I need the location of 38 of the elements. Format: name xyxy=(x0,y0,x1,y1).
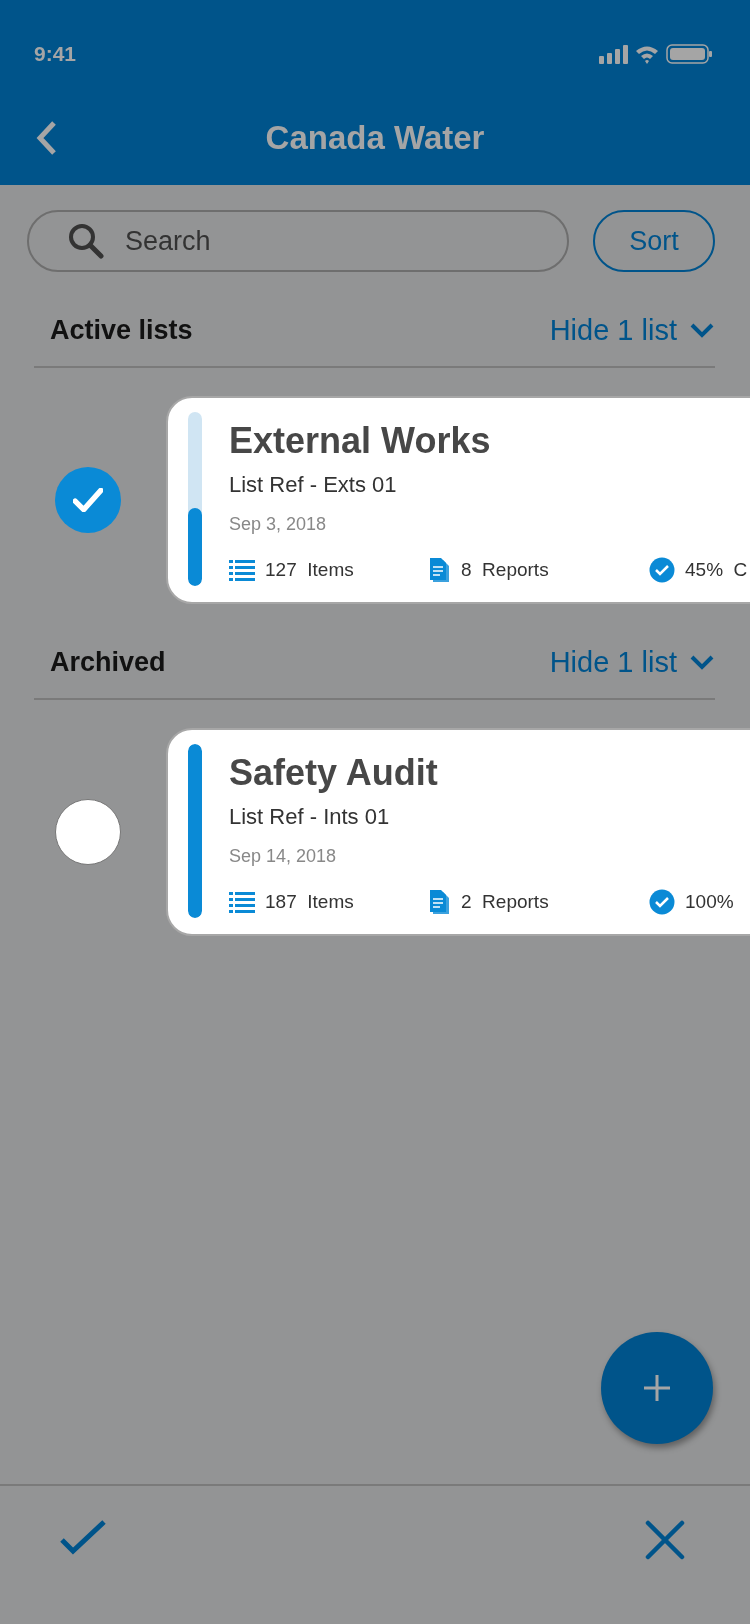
battery-icon xyxy=(666,44,712,64)
items-count: 127 Items xyxy=(265,559,354,581)
list-icon xyxy=(229,891,255,913)
chevron-down-icon xyxy=(689,322,715,338)
search-icon xyxy=(67,222,105,260)
plus-icon xyxy=(642,1373,672,1403)
list-title: External Works xyxy=(229,420,492,462)
checkmark-icon xyxy=(73,488,103,512)
items-count: 187 Items xyxy=(265,891,354,913)
search-field[interactable]: Search xyxy=(27,210,569,272)
chevron-down-icon xyxy=(689,654,715,670)
wifi-icon xyxy=(636,44,658,64)
back-icon[interactable] xyxy=(36,119,58,156)
check-circle-icon xyxy=(649,557,675,583)
complete-percent: 45% C xyxy=(685,559,748,581)
reports-count: 2 Reports xyxy=(461,891,549,913)
complete-percent: 100% xyxy=(685,891,734,913)
list-card[interactable]: Safety Audit List Ref - Ints 01 Sep 14, 2018 187 Items 2 Reports 100% xyxy=(166,728,750,936)
list-card[interactable]: External Works List Ref - Exts 01 Sep 3, 2018 127 Items 8 Reports 45% C xyxy=(166,396,750,604)
list-ref: List Ref - Ints 01 xyxy=(229,804,391,830)
section-title: Archived xyxy=(50,646,166,678)
list-date: Sep 3, 2018 xyxy=(229,514,328,535)
reports-count: 8 Reports xyxy=(461,559,549,581)
page-title: Canada Water xyxy=(265,118,485,157)
list-icon xyxy=(229,559,255,581)
section-title: Active lists xyxy=(50,314,193,346)
signal-icon xyxy=(599,44,628,64)
document-icon xyxy=(429,557,451,583)
hide-list-toggle[interactable]: Hide 1 list xyxy=(549,645,715,679)
hide-list-toggle[interactable]: Hide 1 list xyxy=(549,313,715,347)
sort-button[interactable]: Sort xyxy=(593,210,715,272)
check-circle-icon xyxy=(649,889,675,915)
document-icon xyxy=(429,889,451,915)
list-date: Sep 14, 2018 xyxy=(229,846,338,867)
status-time: 9:41 xyxy=(34,42,77,66)
list-ref: List Ref - Exts 01 xyxy=(229,472,398,498)
list-title: Safety Audit xyxy=(229,752,439,794)
close-icon[interactable] xyxy=(645,1520,685,1560)
